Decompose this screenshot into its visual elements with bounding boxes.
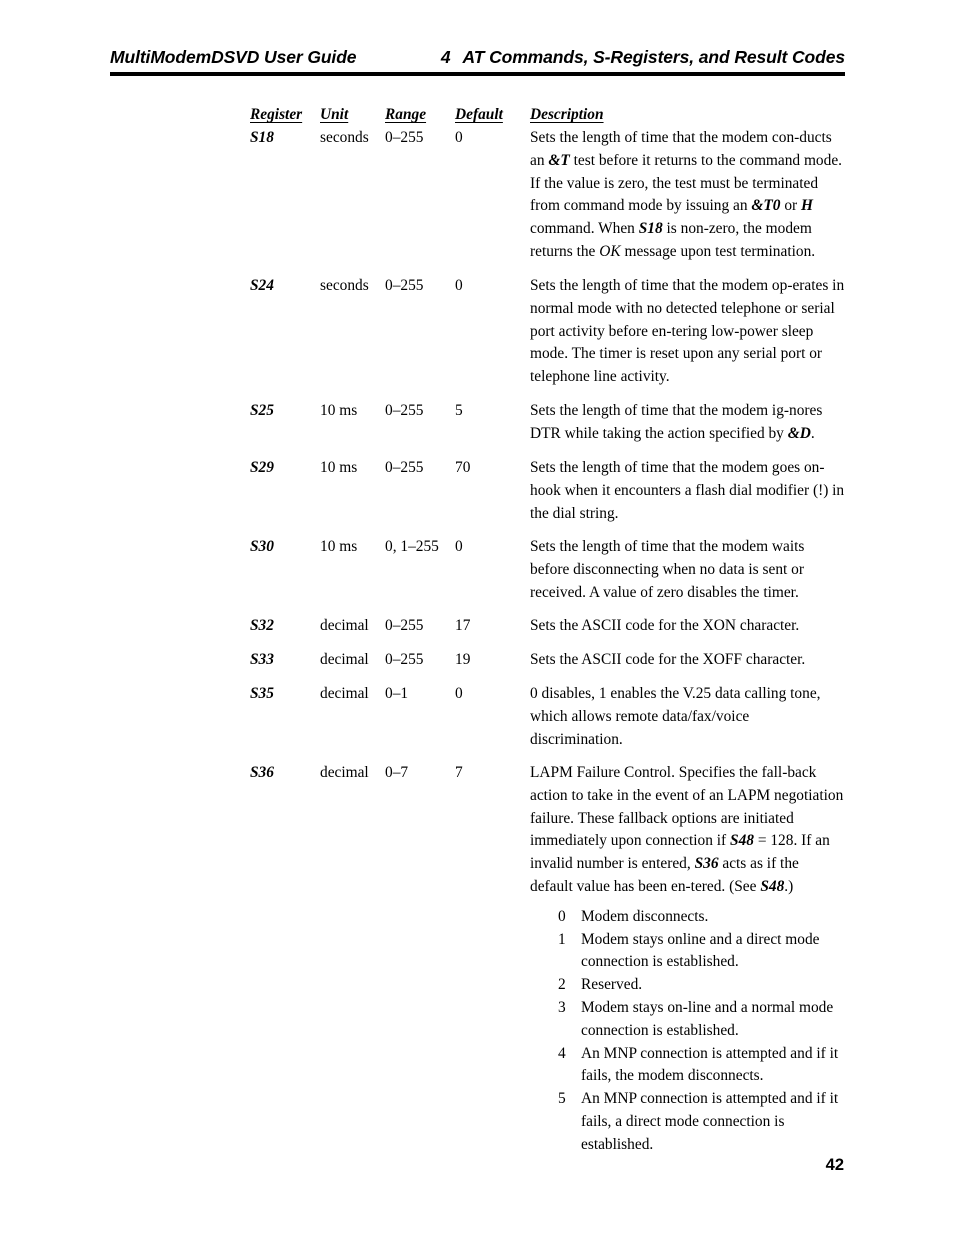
cell-description: 0 disables, 1 enables the V.25 data call… [530,683,845,751]
option-value: 4 [558,1044,566,1062]
cell-register: S29 [250,459,274,476]
cell-unit: decimal [320,764,369,781]
cell-range: 0–7 [385,764,409,781]
description-text: 0 disables, 1 enables the V.25 data call… [530,685,821,748]
cell-register: S32 [250,617,274,634]
cell-register: S24 [250,277,274,294]
option-value: 1 [558,930,566,948]
option-list-item: 2 Reserved. [550,974,845,997]
table-row: S32 decimal 0–255 17 Sets the ASCII code for… [250,615,845,638]
table-row: S35 decimal 0–1 0 0 disables, 1 enables the … [250,683,845,751]
cell-unit: seconds [320,277,369,294]
table-row: S29 10 ms 0–255 70 Sets the length of time t… [250,457,845,525]
cell-description: Sets the length of time that the modem o… [530,275,845,389]
cell-range: 0–255 [385,617,424,634]
description-text: Sets the ASCII code for the XOFF charact… [530,651,806,668]
running-head: MultiModemDSVD User Guide 4 AT Commands,… [110,47,845,68]
cell-register: S25 [250,402,274,419]
cell-description: Sets the length of time that the modem g… [530,457,845,525]
running-head-chapter: 4 AT Commands, S-Registers, and Result C… [441,47,845,68]
table-row: S36 decimal 0–7 7 LAPM Failure Control. Spec… [250,762,845,1157]
option-text: An MNP connection is attempted and if it… [581,1090,839,1153]
option-list-item: 4 An MNP connection is attempted and if i… [550,1043,845,1089]
description-text: Sets the length of time that the modem i… [530,402,823,442]
running-head-rule [110,72,845,76]
description-text: LAPM Failure Control. Specifies the fall… [530,764,844,895]
column-header-range: Range [385,106,427,123]
option-list-item: 3 Modem stays on-line and a normal mode c… [550,997,845,1043]
option-value: 2 [558,976,566,994]
description-text: Sets the length of time that the modem g… [530,459,845,522]
cell-unit: decimal [320,617,369,634]
cell-description: Sets the ASCII code for the XON characte… [530,615,845,638]
column-header-register: Register [250,106,303,123]
cell-unit: decimal [320,685,369,702]
cell-description: LAPM Failure Control. Specifies the fall… [530,762,845,1157]
option-list-item: 0 Modem disconnects. [550,906,845,929]
table-row: S25 10 ms 0–255 5 Sets the length of time th… [250,400,845,446]
s-register-table: Register Unit Range Default Description S18 se… [250,104,845,1168]
description-text: Sets the length of time that the modem c… [530,129,843,260]
cell-description: Sets the ASCII code for the XOFF charact… [530,649,845,672]
cell-description: Sets the length of time that the modem c… [530,127,845,264]
description-text: Sets the ASCII code for the XON characte… [530,617,800,634]
cell-range: 0, 1–255 [385,538,439,555]
cell-range: 0–255 [385,277,424,294]
option-text: Modem disconnects. [581,907,709,925]
option-text: Modem stays online and a direct mode con… [581,930,820,971]
option-list: 0 Modem disconnects. 1 Modem stays online a… [530,906,845,1157]
option-list-item: 5 An MNP connection is attempted and if i… [550,1088,845,1156]
table-header-row: Register Unit Range Default Description [250,104,845,127]
column-header-description: Description [530,106,604,123]
cell-unit: 10 ms [320,459,358,476]
table-row: S30 10 ms 0, 1–255 0 Sets the length of time… [250,536,845,604]
running-head-chapter-number: 4 [440,47,451,67]
cell-default: 70 [455,459,471,476]
page-number: 42 [825,1156,844,1174]
table-row: S18 seconds 0–255 0 Sets the length of time … [250,127,845,264]
cell-default: 5 [455,402,463,419]
cell-range: 0–1 [385,685,409,702]
cell-register: S18 [250,129,274,146]
cell-default: 17 [455,617,471,634]
cell-range: 0–255 [385,129,424,146]
cell-register: S33 [250,651,274,668]
option-text: Modem stays on-line and a normal mode co… [581,998,834,1039]
cell-unit: seconds [320,129,369,146]
column-header-default: Default [455,106,503,123]
document-page: MultiModemDSVD User Guide 4 AT Commands,… [0,0,954,1235]
running-head-book-title: MultiModemDSVD User Guide [110,47,357,67]
cell-unit: 10 ms [320,538,358,555]
cell-default: 7 [455,764,463,781]
column-header-unit: Unit [320,106,349,123]
cell-unit: 10 ms [320,402,358,419]
cell-description: Sets the length of time that the modem i… [530,400,845,446]
option-text: Reserved. [581,976,643,994]
option-text: An MNP connection is attempted and if it… [581,1044,839,1085]
table-row: S24 seconds 0–255 0 Sets the length of time … [250,275,845,389]
cell-register: S30 [250,538,274,555]
option-value: 5 [558,1090,566,1108]
table-row: S33 decimal 0–255 19 Sets the ASCII code for… [250,649,845,672]
cell-register: S36 [250,764,274,781]
cell-range: 0–255 [385,651,424,668]
running-head-chapter-title: AT Commands, S-Registers, and Result Cod… [462,47,846,67]
cell-default: 0 [455,538,463,555]
option-value: 0 [558,907,566,925]
cell-default: 19 [455,651,471,668]
cell-range: 0–255 [385,459,424,476]
cell-register: S35 [250,685,274,702]
cell-default: 0 [455,277,463,294]
cell-default: 0 [455,129,463,146]
option-value: 3 [558,998,566,1016]
option-list-item: 1 Modem stays online and a direct mode co… [550,929,845,975]
cell-unit: decimal [320,651,369,668]
description-text: Sets the length of time that the modem w… [530,538,805,601]
cell-range: 0–255 [385,402,424,419]
cell-description: Sets the length of time that the modem w… [530,536,845,604]
description-text: Sets the length of time that the modem o… [530,277,845,386]
cell-default: 0 [455,685,463,702]
